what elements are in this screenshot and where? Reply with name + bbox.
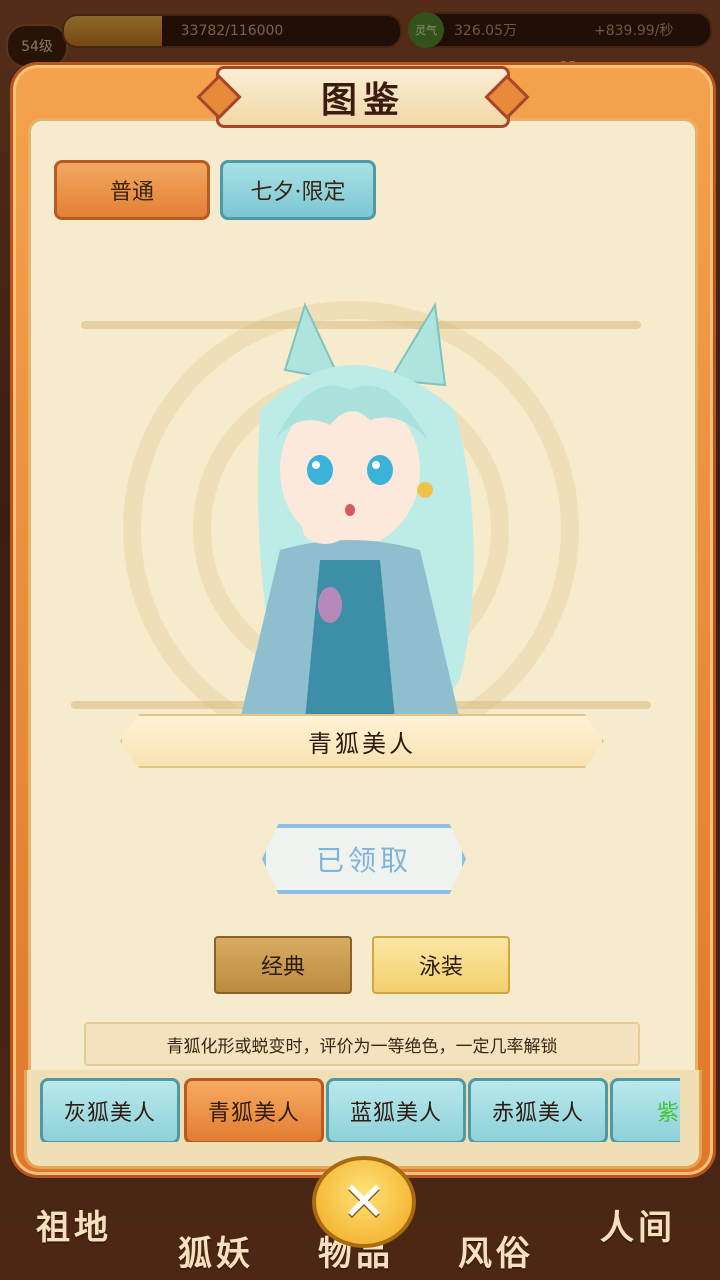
list-item-label: 青狐美人: [207, 1101, 300, 1126]
fox-girl-illustration: [240, 302, 474, 720]
tab-qixi-limited-label: 七夕·限定: [250, 180, 346, 205]
list-item-blue-green-fox[interactable]: 青狐美人: [184, 1078, 324, 1142]
list-item-label: 赤狐美人: [491, 1101, 584, 1126]
character-portrait: [190, 300, 510, 720]
nav-customs[interactable]: 风俗: [458, 1226, 534, 1275]
list-item-purple-fox[interactable]: 紫狐: [610, 1078, 680, 1142]
tab-normal-label: 普通: [109, 180, 154, 205]
page-title: 图鉴: [320, 79, 405, 121]
list-item-grey-fox[interactable]: 灰狐美人: [40, 1078, 180, 1142]
list-item-label: 蓝狐美人: [349, 1101, 442, 1126]
list-item-label: 紫狐: [656, 1101, 680, 1126]
close-button[interactable]: ✕: [312, 1156, 416, 1248]
title-banner: 图鉴: [216, 66, 510, 128]
character-list[interactable]: 灰狐美人 青狐美人 蓝狐美人 赤狐美人 紫狐: [40, 1078, 680, 1142]
skin-classic-button[interactable]: 经典: [214, 936, 352, 994]
character-name: 青狐美人: [308, 729, 416, 758]
unlock-description: 青狐化形或蜕变时，评价为一等绝色，一定几率解锁: [84, 1022, 640, 1066]
list-item-blue-fox[interactable]: 蓝狐美人: [326, 1078, 466, 1142]
nav-human-world[interactable]: 人间: [600, 1200, 676, 1249]
list-item-label: 灰狐美人: [63, 1101, 156, 1126]
unlock-description-text: 青狐化形或蜕变时，评价为一等绝色，一定几率解锁: [166, 1036, 558, 1057]
tab-normal[interactable]: 普通: [54, 160, 210, 220]
skin-classic-label: 经典: [260, 955, 305, 980]
close-icon: ✕: [341, 1170, 387, 1233]
list-item-red-fox[interactable]: 赤狐美人: [468, 1078, 608, 1142]
nav-fox-demons[interactable]: 狐妖: [178, 1226, 254, 1275]
skin-swimsuit-label: 泳装: [418, 955, 463, 980]
nav-ancestral-land[interactable]: 祖地: [36, 1200, 112, 1249]
tab-qixi-limited[interactable]: 七夕·限定: [220, 160, 376, 220]
claimed-button[interactable]: 已领取: [262, 824, 466, 894]
claimed-button-label: 已领取: [315, 844, 412, 877]
character-name-banner: 青狐美人: [120, 714, 604, 768]
skin-swimsuit-button[interactable]: 泳装: [372, 936, 510, 994]
